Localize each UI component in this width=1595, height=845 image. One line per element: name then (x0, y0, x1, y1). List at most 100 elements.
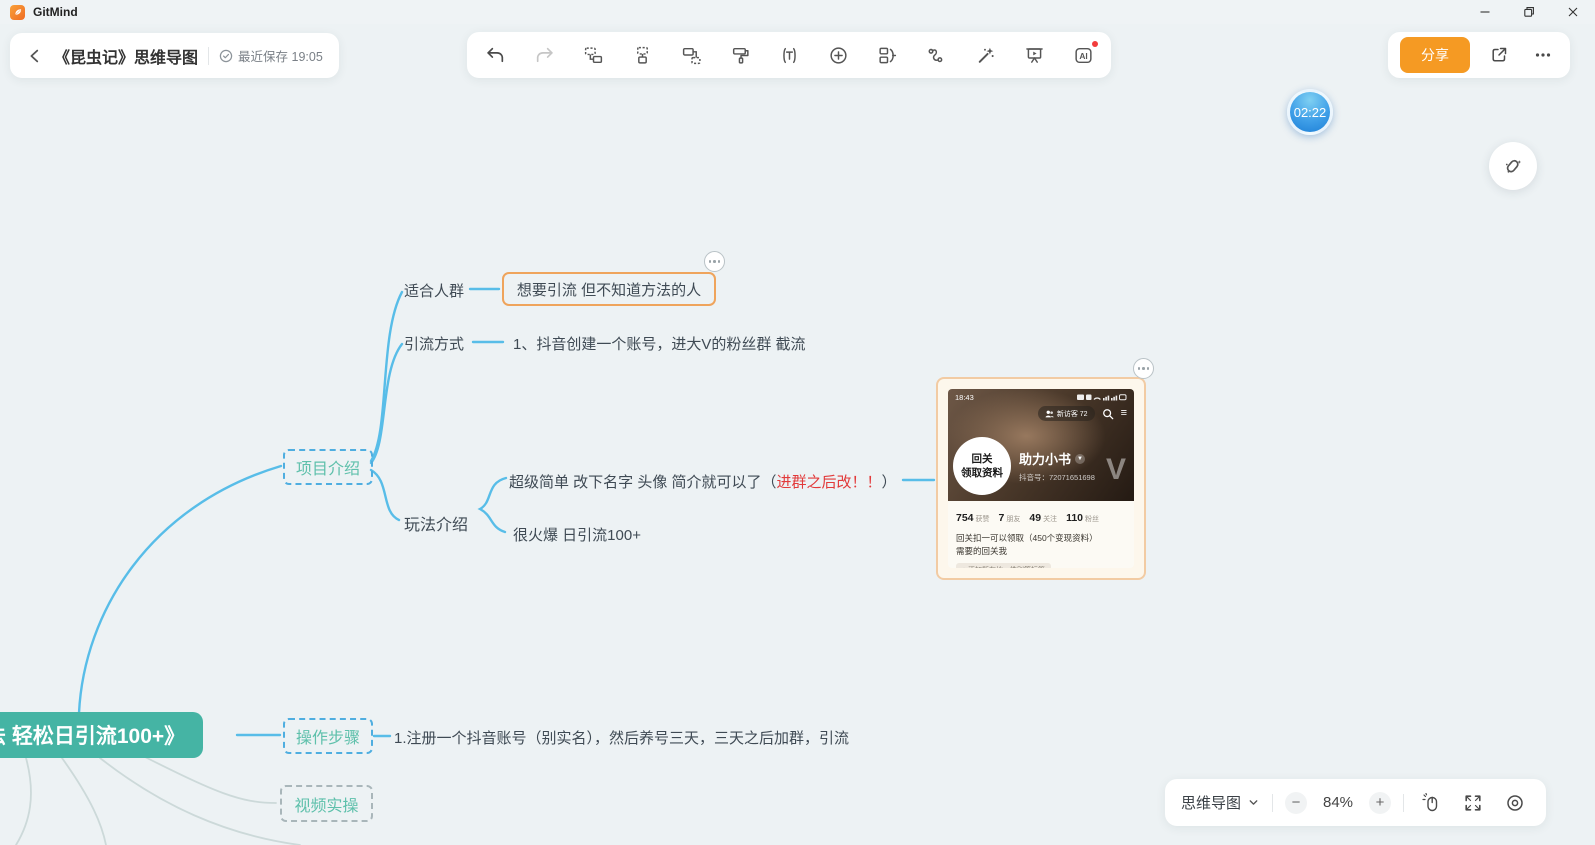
profile-body: 754 获赞 7 朋友 49 关注 110 粉丝 回关扣一可以领取（450个变现资料） … (948, 501, 1134, 568)
fit-screen-button[interactable] (1458, 788, 1488, 818)
insert-parent-topic-button[interactable] (673, 37, 709, 73)
status-icons (1077, 394, 1127, 401)
undo-button[interactable] (477, 37, 513, 73)
douyin-id: 抖音号：72071651698 (1019, 473, 1095, 482)
minimize-button[interactable] (1463, 0, 1507, 24)
text-icon (782, 47, 796, 63)
insert-text-button[interactable] (771, 37, 807, 73)
restore-button[interactable] (1507, 0, 1551, 24)
node-suitable-people[interactable]: 适合人群 (404, 280, 464, 301)
stat-following: 49 关注 (1029, 512, 1058, 524)
insert-parent-topic-icon (682, 47, 701, 64)
zoom-level: 84% (1323, 794, 1354, 811)
close-button[interactable] (1551, 0, 1595, 24)
status-time: 18:43 (955, 393, 974, 402)
back-button[interactable] (26, 47, 44, 65)
node-video-practice[interactable]: 视频实操 (280, 785, 373, 822)
notification-dot (1092, 41, 1098, 47)
search-icon[interactable] (1102, 408, 1114, 420)
stat-followers: 110 粉丝 (1066, 512, 1100, 524)
insert-sibling-topic-button[interactable] (575, 37, 611, 73)
play-value-text: 超级简单 改下名字 头像 简介就可以了（ (509, 474, 777, 491)
node-traffic-method[interactable]: 引流方式 (404, 333, 464, 354)
gitmind-logo-icon (10, 4, 25, 20)
profile-header-photo: V 18:43 新访客 72 ≡ 回关 领取资料 助力小书 ▼ 抖音号：7207… (948, 389, 1134, 501)
magic-wand-button[interactable] (967, 37, 1003, 73)
insert-subtopic-button[interactable] (624, 37, 660, 73)
phone-screenshot: V 18:43 新访客 72 ≡ 回关 领取资料 助力小书 ▼ 抖音号：7207… (948, 389, 1134, 568)
focus-view-button[interactable] (1500, 788, 1530, 818)
divider (208, 46, 210, 65)
photo-watermark: V (1105, 453, 1126, 486)
ai-assistant-button[interactable]: AI (1065, 37, 1101, 73)
share-button[interactable]: 分享 (1400, 37, 1470, 73)
node-suitable-value[interactable]: 想要引流 但不知道方法的人 (502, 272, 716, 306)
main-toolbar: AI (467, 32, 1111, 78)
caret-down-icon[interactable]: ▼ (1075, 453, 1086, 464)
ai-icon: AI (1074, 47, 1092, 63)
visitors-icon (1045, 410, 1054, 417)
chevron-down-icon (1249, 800, 1258, 805)
node-label: 想要引流 但不知道方法的人 (516, 281, 702, 299)
redo-button[interactable] (526, 37, 562, 73)
chevron-left-icon (30, 49, 39, 62)
node-play-value-2[interactable]: 很火爆 日引流100+ (513, 524, 641, 545)
insert-sibling-topic-icon (584, 46, 602, 63)
magic-wand-icon (978, 47, 994, 63)
plus-circle-icon (829, 46, 847, 64)
node-label: 项目介绍 (295, 461, 360, 478)
node-project-intro[interactable]: 项目介绍 (283, 449, 373, 485)
phone-status-bar: 18:43 (948, 389, 1134, 402)
menu-icon[interactable]: ≡ (1121, 408, 1127, 419)
insert-node-button[interactable] (820, 37, 856, 73)
profile-row: 回关 领取资料 助力小书 ▼ 抖音号：72071651698 (953, 437, 1095, 495)
add-tags-pill[interactable]: + 添加所在地、性别等标签 (956, 562, 1052, 568)
view-mode-select[interactable]: 思维导图 (1181, 792, 1260, 813)
nickname: 助力小书 ▼ (1019, 449, 1095, 468)
root-node[interactable]: 玩法 轻松日引流100+》 (0, 712, 204, 758)
profile-stats: 754 获赞 7 朋友 49 关注 110 粉丝 (956, 508, 1126, 526)
node-operation-steps-value[interactable]: 1.注册一个抖音账号（别实名），然后养号三天，三天之后加群，引流 (394, 727, 849, 748)
more-button[interactable] (1528, 40, 1558, 70)
export-button[interactable] (1484, 40, 1514, 70)
view-mode-label: 思维导图 (1181, 795, 1242, 812)
node-play-intro[interactable]: 玩法介绍 (404, 511, 468, 535)
presentation-icon (1025, 47, 1043, 63)
node-play-value-1[interactable]: 超级简单 改下名字 头像 简介就可以了（进群之后改！！） (509, 471, 897, 492)
check-circle-icon (219, 49, 233, 62)
summary-button[interactable] (869, 37, 905, 73)
timer-bubble[interactable]: 02:22 (1287, 89, 1333, 135)
divider (1403, 793, 1405, 812)
view-control-bar: 思维导图 − 84% + (1165, 779, 1547, 826)
document-title[interactable]: 《昆虫记》思维导图 (54, 44, 198, 68)
visitors-label: 新访客 72 (1056, 410, 1088, 418)
beautify-wand-icon (1505, 159, 1522, 174)
format-painter-button[interactable] (722, 37, 758, 73)
play-value-suffix: ） (881, 474, 897, 491)
node-label: 视频实操 (294, 797, 359, 815)
svg-text:AI: AI (1079, 50, 1087, 60)
save-status: 最近保存 19:05 (219, 46, 323, 65)
attached-image-node[interactable]: V 18:43 新访客 72 ≡ 回关 领取资料 助力小书 ▼ 抖音号：7207… (936, 377, 1146, 580)
visitors-pill[interactable]: 新访客 72 (1037, 406, 1095, 421)
presentation-button[interactable] (1016, 37, 1052, 73)
zoom-in-button[interactable]: + (1369, 791, 1392, 814)
relation-line-icon (928, 48, 942, 62)
relation-line-button[interactable] (918, 37, 954, 73)
undo-icon (486, 47, 503, 62)
summary-icon (878, 47, 896, 63)
redo-icon (536, 47, 553, 62)
document-header-card: 《昆虫记》思维导图 最近保存 19:05 (10, 33, 339, 78)
zoom-out-button[interactable]: − (1285, 791, 1308, 814)
app-title: GitMind (33, 5, 78, 19)
node-traffic-method-value[interactable]: 1、抖音创建一个账号，进大V的粉丝群 截流 (513, 333, 806, 354)
comment-bubble[interactable] (704, 251, 725, 272)
beautify-fab[interactable] (1489, 142, 1537, 190)
avatar[interactable]: 回关 领取资料 (953, 437, 1011, 495)
node-operation-steps[interactable]: 操作步骤 (283, 718, 373, 754)
profile-bio: 回关扣一可以领取（450个变现资料） 需要的回关我 (956, 533, 1098, 556)
mouse-mode-button[interactable] (1416, 788, 1446, 818)
comment-bubble[interactable] (1133, 358, 1154, 379)
avatar-text: 领取资料 (961, 467, 1003, 479)
play-value-highlight: 进群之后改！！ (776, 474, 882, 491)
